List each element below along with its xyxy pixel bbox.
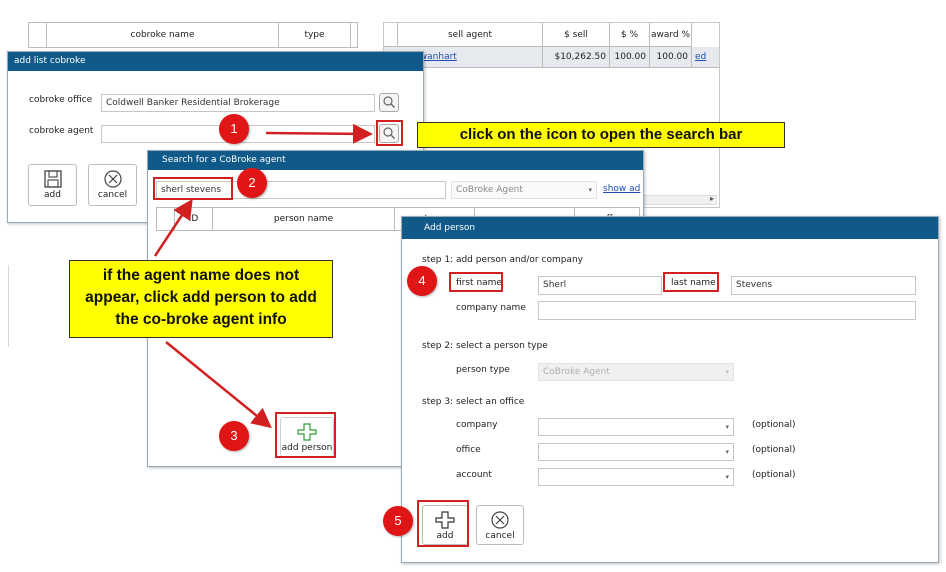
arrow-to-search-button — [265, 123, 373, 144]
callout-search-bar: click on the icon to open the search bar — [417, 122, 785, 148]
arrow-to-search-input — [153, 198, 193, 257]
step-badge-3: 3 — [219, 421, 249, 451]
step-badge-4: 4 — [407, 266, 437, 296]
step-badge-1: 1 — [219, 114, 249, 144]
arrow-to-add-person — [165, 341, 272, 429]
step-badge-5: 5 — [383, 506, 413, 536]
step-badge-2: 2 — [237, 168, 267, 198]
callout-add-person: if the agent name does not appear, click… — [69, 260, 333, 338]
